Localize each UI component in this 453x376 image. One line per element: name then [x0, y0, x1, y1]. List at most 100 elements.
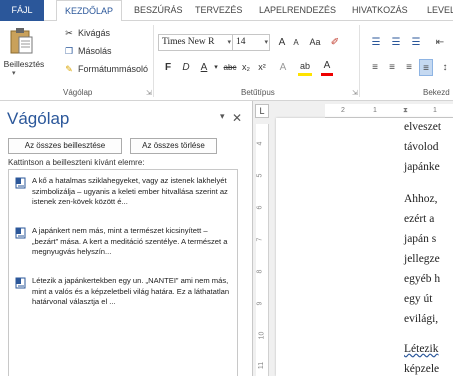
document-icon	[15, 227, 26, 239]
document-icon	[15, 177, 26, 189]
document-line: ezért a	[404, 213, 435, 225]
ruler-tick: 1	[433, 107, 437, 114]
tab-layout[interactable]: LAPELRENDEZÉS	[259, 0, 336, 21]
decrease-indent-icon[interactable]: ⇤	[432, 34, 448, 51]
font-name-value: Times New R	[162, 37, 215, 47]
clipboard-item-text: Létezik a japánkertekben egy un. „NANTEI…	[32, 276, 230, 306]
chevron-down-icon: ▾	[227, 39, 231, 46]
document-line: jellegze	[404, 253, 440, 265]
format-painter-button[interactable]: ✎ Formátummásoló	[62, 61, 148, 77]
font-size-value: 14	[236, 37, 246, 47]
ribbon-tabs: FÁJL KEZDŐLAP BESZÚRÁS TERVEZÉS LAPELREN…	[0, 0, 453, 22]
strikethrough-button[interactable]: abc	[222, 59, 238, 76]
document-line: evilági,	[404, 313, 439, 325]
justify-icon[interactable]: ≡	[419, 59, 433, 76]
document-line: egyéb h	[404, 273, 441, 285]
copy-label: Másolás	[78, 46, 112, 56]
clipboard-group-label: Vágólap	[63, 88, 93, 97]
change-case-button[interactable]: Aa	[306, 34, 324, 51]
bold-button[interactable]: F	[162, 59, 174, 76]
line-spacing-icon[interactable]: ↕	[439, 59, 451, 76]
tab-design[interactable]: TERVEZÉS	[195, 0, 242, 21]
text-effects-button[interactable]: A	[276, 59, 290, 76]
scissors-icon: ✂	[65, 28, 73, 38]
clipboard-launcher-icon[interactable]: ⇲	[146, 89, 152, 97]
paste-icon	[10, 28, 33, 54]
document-line: Ahhoz,	[404, 193, 438, 205]
tab-insert[interactable]: BESZÚRÁS	[134, 0, 183, 21]
font-name-box[interactable]: Times New R ▾	[158, 34, 233, 51]
font-size-box[interactable]: 14 ▾	[232, 34, 270, 51]
pane-title: Vágólap	[7, 109, 70, 128]
ruler-tick: 5	[256, 173, 264, 178]
document-line: egy út	[404, 293, 433, 305]
tab-mailings[interactable]: LEVEL	[427, 0, 453, 21]
font-launcher-icon[interactable]: ⇲	[352, 89, 358, 97]
numbering-icon[interactable]: ☰	[388, 34, 404, 51]
cut-button[interactable]: ✂ Kivágás	[62, 25, 110, 41]
horizontal-ruler[interactable]: 2 1 ⧗ 1	[325, 104, 453, 118]
ribbon: Beillesztés ▾ ✂ Kivágás ❐ Másolás ✎ Formátu…	[0, 21, 453, 101]
pane-options-icon[interactable]: ▾	[220, 111, 225, 122]
subscript-button[interactable]: x₂	[240, 59, 252, 76]
document-line: japánke	[404, 161, 440, 173]
tab-file[interactable]: FÁJL	[0, 0, 44, 21]
cut-label: Kivágás	[78, 28, 111, 38]
shrink-font-button[interactable]: A	[290, 34, 302, 51]
highlight-button[interactable]: ab	[298, 59, 312, 76]
copy-icon: ❐	[64, 46, 74, 56]
paragraph-group-label: Bekezd	[423, 88, 450, 97]
ruler-tick: 7	[256, 237, 264, 242]
ruler-tick: 9	[256, 301, 264, 306]
ruler-tick: 10	[258, 331, 266, 340]
align-left-icon[interactable]: ≡	[368, 59, 382, 76]
clipboard-item-text: A japánkert nem más, mint a természet ki…	[32, 226, 228, 256]
align-center-icon[interactable]: ≡	[385, 59, 399, 76]
paste-dropdown-icon[interactable]: ▾	[12, 69, 16, 77]
clipboard-item[interactable]: A japánkert nem más, mint a természet ki…	[15, 226, 233, 272]
clipboard-pane: Vágólap ▾ ✕ Az összes beillesztése Az ös…	[0, 101, 253, 376]
ruler-tick: 6	[256, 205, 264, 210]
document-line: távolod	[404, 141, 439, 153]
paste-all-button[interactable]: Az összes beillesztése	[8, 138, 122, 154]
multilevel-list-icon[interactable]: ☰	[408, 34, 424, 51]
indent-marker-icon[interactable]: ⧗	[403, 107, 408, 115]
document-line: képzele	[404, 363, 440, 375]
clear-all-button[interactable]: Az összes törlése	[130, 138, 217, 154]
vertical-ruler: 4 5 6 7 8 9 10 11	[256, 124, 269, 376]
close-icon[interactable]: ✕	[232, 111, 242, 125]
ruler-tick: 8	[256, 269, 264, 274]
superscript-button[interactable]: x²	[256, 59, 268, 76]
clear-format-icon[interactable]: ✐	[329, 34, 341, 51]
clipboard-list: A kő a hatalmas sziklahegyeket, vagy az …	[8, 169, 238, 376]
ruler-tick: 4	[256, 141, 264, 146]
clipboard-item[interactable]: A kő a hatalmas sziklahegyeket, vagy az …	[15, 176, 233, 222]
tab-selector[interactable]: L	[255, 104, 269, 118]
paste-label[interactable]: Beillesztés	[0, 59, 48, 69]
bullets-icon[interactable]: ☰	[368, 34, 384, 51]
align-right-icon[interactable]: ≡	[402, 59, 416, 76]
tab-home[interactable]: KEZDŐLAP	[56, 0, 123, 22]
document-line: Létezik	[404, 343, 439, 355]
clipboard-item[interactable]: Létezik a japánkertekben egy un. „NANTEI…	[15, 276, 233, 322]
copy-button[interactable]: ❐ Másolás	[62, 43, 112, 59]
clipboard-item-text: A kő a hatalmas sziklahegyeket, vagy az …	[32, 176, 228, 206]
pane-hint: Kattintson a beilleszteni kívánt elemre:	[8, 158, 145, 167]
font-color-button[interactable]: A	[321, 59, 333, 76]
document-line: japán s	[404, 233, 437, 245]
font-group-label: Betűtípus	[241, 88, 275, 97]
underline-button[interactable]: A	[198, 59, 210, 76]
grow-font-button[interactable]: A	[276, 34, 288, 51]
chevron-down-icon: ▾	[264, 39, 268, 46]
document-icon	[15, 277, 26, 289]
italic-button[interactable]: D	[180, 59, 192, 76]
group-divider	[359, 25, 360, 97]
document-line: elveszet	[404, 121, 442, 133]
document-page[interactable]: elveszet távolod japánke Ahhoz, ezért a …	[276, 118, 453, 376]
ruler-tick: 2	[341, 107, 345, 114]
format-painter-label: Formátummásoló	[78, 64, 149, 74]
paste-button[interactable]	[6, 26, 36, 86]
tab-references[interactable]: HIVATKOZÁS	[352, 0, 408, 21]
ruler-tick: 1	[373, 107, 377, 114]
chevron-down-icon[interactable]: ▾	[212, 59, 220, 76]
